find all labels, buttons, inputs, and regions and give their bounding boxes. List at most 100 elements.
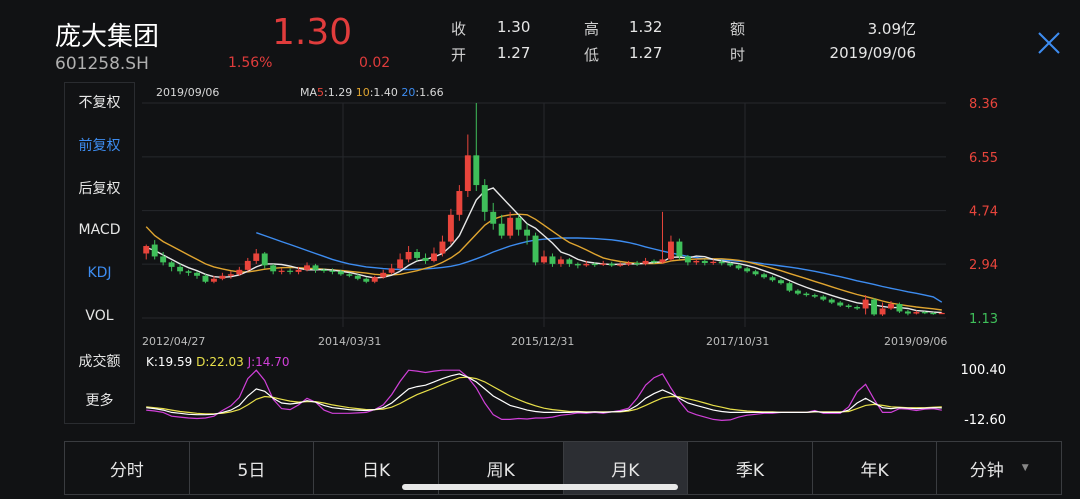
quote-value-low: 1.27 [629,44,663,62]
close-button[interactable] [1036,30,1062,56]
candle-body [414,251,421,258]
candle-body [811,295,818,297]
candle-body [253,253,260,261]
current-price: 1.30 [272,12,353,53]
change-amount: 0.02 [359,55,391,71]
candle-body [346,274,353,276]
candle-body [583,263,590,266]
quote-label-time: 时 [730,46,746,64]
quote-label-amount: 额 [730,20,746,38]
candle-body [447,214,454,242]
candle-body [794,290,801,294]
x-tick-label: 2019/09/06 [884,335,947,348]
legend-ma-part: 5 [317,86,324,99]
quote-value-high: 1.32 [629,18,663,36]
side-item-forward-adjust[interactable]: 前复权 [65,135,134,155]
candle-body [608,263,615,266]
candle-body [735,265,742,269]
legend-ma-part: :1.66 [415,86,443,99]
side-item-more[interactable]: 更多 [65,390,134,410]
candle-body [185,271,192,273]
side-item-backward-adjust[interactable]: 后复权 [65,178,134,198]
candle-body [304,265,310,270]
candle-body [261,253,268,266]
kdj-y-tick-label: 100.40 [961,363,1007,378]
side-item-kdj[interactable]: KDJ [65,265,134,281]
candle-body [744,268,751,272]
close-icon [1038,32,1060,54]
y-tick-label: 8.36 [969,97,998,112]
candle-body [244,260,251,270]
candle-body [566,259,573,264]
candle-body [397,259,404,269]
side-item-no-adjust[interactable]: 不复权 [65,92,134,112]
y-tick-label: 1.13 [969,312,998,327]
candle-body [490,211,497,224]
side-item-macd[interactable]: MACD [65,222,134,238]
candle-body [219,275,226,279]
tab-quarterly[interactable]: 季K [688,442,813,494]
candle-body [287,270,294,272]
home-indicator [402,484,678,490]
quote-label-high: 高 [584,20,600,38]
legend-ma-part: 10 [356,86,370,99]
stock-code: 601258.SH [55,54,149,74]
quote-label-low: 低 [584,46,600,64]
candle-body [820,296,827,300]
legend-ma-part: MA [300,86,317,99]
tab-minute[interactable]: 分钟 ▼ [937,442,1061,494]
candle-body [549,256,556,264]
chart-area[interactable]: 2019/09/06 MA5:1.29 10:1.40 20:1.66 8.36 6.… [134,82,1012,427]
candle-body [177,266,184,272]
tab-5day[interactable]: 5日 [190,442,315,494]
candle-body [473,155,480,186]
quote-value-amount: 3.09亿 [867,20,916,38]
candle-body [481,185,488,212]
candle-body [557,259,564,264]
candle-body [871,299,878,315]
candle-body [202,275,209,282]
y-tick-label: 4.74 [969,205,998,220]
candle-body [337,271,344,275]
candle-body [532,235,539,263]
candle-body [896,304,903,312]
change-percent: 1.56% [228,55,273,71]
candle-body [329,270,336,272]
candle-body [786,283,793,291]
legend-ma: MA5:1.29 10:1.40 20:1.66 [300,86,444,99]
candle-body [151,244,158,257]
candle-body [651,260,657,263]
legend-ma-part: 20 [401,86,415,99]
x-tick-label: 2012/04/27 [142,335,205,348]
candle-body [634,262,641,265]
candle-body [659,259,666,263]
y-tick-label: 6.55 [969,151,998,166]
candle-body [591,263,598,266]
candle-body [693,260,700,263]
candle-body [278,270,285,272]
candle-body [617,264,624,266]
candle-body [194,272,200,276]
candle-body [676,241,683,257]
candle-body [464,155,471,192]
tab-yearly[interactable]: 年K [813,442,938,494]
candle-body [921,312,928,314]
candle-body [642,260,649,264]
candle-body [778,280,784,284]
side-item-turnover[interactable]: 成交额 [65,351,134,371]
side-item-vol[interactable]: VOL [65,308,134,324]
kline-chart[interactable]: 2019/09/06 MA5:1.29 10:1.40 20:1.66 8.36 6.… [134,82,1012,350]
candle-body [667,241,674,260]
quote-value-close: 1.30 [497,18,531,36]
candle-body [727,263,734,266]
tab-intraday[interactable]: 分时 [65,442,190,494]
candle-body [227,274,234,276]
candle-body [600,263,607,265]
candle-body [761,274,768,278]
candle-body [380,272,387,278]
candle-body [168,262,175,267]
candle-body [388,268,395,273]
stock-name: 庞大集团 [55,22,160,52]
quote-label-close: 收 [451,20,467,38]
candle-body [625,262,632,265]
